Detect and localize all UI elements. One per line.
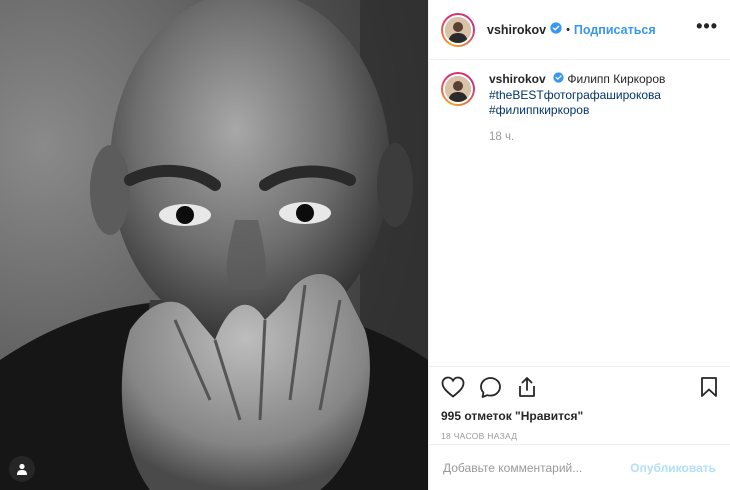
caption-text: vshirokov Филипп Киркоров #theBESTфотогр… [489,72,665,119]
bookmark-icon [701,377,717,397]
author-username[interactable]: vshirokov [487,23,546,37]
avatar-image [445,16,471,43]
comments-list: vshirokov Филипп Киркоров #theBESTфотогр… [429,60,730,366]
user-tag-button[interactable] [9,456,35,482]
likes-count[interactable]: 995 отметок "Нравится" [441,409,718,423]
author-avatar[interactable] [441,12,475,47]
caption-time: 18 ч. [489,130,515,143]
comment-button[interactable] [479,376,502,399]
caption-avatar[interactable] [441,72,475,106]
hashtag-link[interactable]: #филиппкиркоров [489,103,665,119]
portrait-image [0,0,428,490]
caption-body: Филипп Киркоров [567,72,666,86]
post-sidebar: vshirokov • Подписаться ••• vshirokov Фи… [428,0,730,490]
post-actions: 995 отметок "Нравится" 18 ЧАСОВ НАЗАД [429,366,730,444]
post-timestamp: 18 ЧАСОВ НАЗАД [441,431,518,441]
caption: vshirokov Филипп Киркоров #theBESTфотогр… [441,72,718,119]
post-photo[interactable] [0,0,428,490]
separator-dot: • [566,23,570,36]
more-options-button[interactable]: ••• [696,17,718,39]
heart-icon [441,376,465,398]
avatar-image [445,76,471,102]
share-icon [519,377,535,397]
comment-form: Опубликовать [429,444,730,490]
share-button[interactable] [516,376,538,398]
verified-badge-icon [553,72,564,88]
save-button[interactable] [700,376,718,398]
comment-icon [480,376,501,398]
user-tag-icon [17,463,27,475]
follow-button[interactable]: Подписаться [574,23,656,37]
publish-button[interactable]: Опубликовать [630,461,716,475]
like-button[interactable] [441,376,465,398]
caption-username[interactable]: vshirokov [489,72,546,86]
verified-badge-icon [550,21,562,39]
post-header: vshirokov • Подписаться ••• [429,0,730,60]
hashtag-link[interactable]: #theBESTфотографаширокова [489,88,665,104]
comment-input[interactable] [443,460,631,475]
